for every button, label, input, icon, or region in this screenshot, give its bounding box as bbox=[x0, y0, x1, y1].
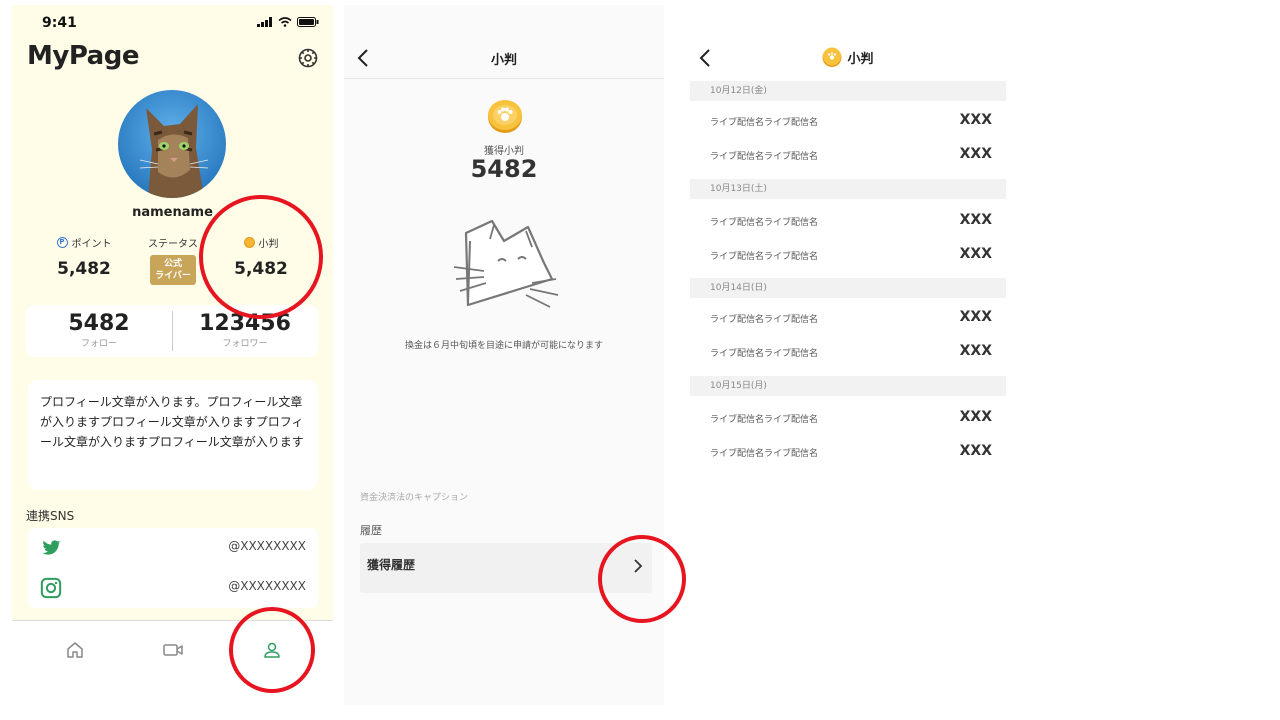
signal-icon bbox=[257, 17, 272, 27]
twitter-handle: @XXXXXXXX bbox=[228, 539, 306, 553]
koban-coin-icon bbox=[822, 47, 842, 67]
settings-gear-icon[interactable] bbox=[297, 47, 319, 69]
points-value: 5,482 bbox=[57, 259, 111, 279]
history-item: ライブ配信名ライブ配信名 XXX bbox=[710, 309, 992, 325]
twitter-icon bbox=[42, 540, 61, 555]
sns-row-twitter[interactable]: @XXXXXXXX bbox=[28, 528, 318, 568]
history-item: ライブ配信名ライブ配信名 XXX bbox=[710, 409, 992, 425]
following-count: 5482 bbox=[68, 311, 130, 336]
wifi-icon bbox=[278, 17, 292, 27]
history-section-label: 履歴 bbox=[360, 524, 382, 537]
page-title: MyPage bbox=[27, 41, 139, 71]
highlight-ring-history bbox=[598, 535, 686, 623]
avatar[interactable] bbox=[118, 90, 226, 198]
battery-icon bbox=[297, 17, 319, 27]
date-header: 10月13日(土) bbox=[690, 179, 1006, 199]
status-bar: 9:41 bbox=[12, 5, 333, 39]
date-header: 10月14日(日) bbox=[690, 278, 1006, 298]
legal-caption: 資金決済法のキャプション bbox=[360, 493, 469, 503]
following-label: フォロー bbox=[80, 339, 117, 349]
earned-history-label: 獲得履歴 bbox=[367, 558, 416, 572]
status-time: 9:41 bbox=[42, 15, 77, 31]
points-icon: P bbox=[56, 236, 68, 248]
date-header: 10月15日(月) bbox=[690, 376, 1006, 396]
nav-bar: 小判 bbox=[344, 5, 664, 79]
instagram-handle: @XXXXXXXX bbox=[228, 579, 306, 593]
instagram-icon bbox=[40, 577, 62, 599]
video-icon[interactable] bbox=[162, 639, 184, 661]
sns-section-label: 連携SNS bbox=[26, 509, 75, 523]
sns-card: @XXXXXXXX @XXXXXXXX bbox=[28, 528, 318, 608]
points-label: ポイント bbox=[71, 238, 112, 250]
sns-row-instagram[interactable]: @XXXXXXXX bbox=[28, 568, 318, 608]
following-stat[interactable]: 5482 フォロー bbox=[26, 311, 172, 349]
date-header: 10月12日(金) bbox=[690, 81, 1006, 101]
followers-label: フォロワー bbox=[222, 339, 268, 349]
history-item: ライブ配信名ライブ配信名 XXX bbox=[710, 112, 992, 128]
nav-title: 小判 bbox=[690, 47, 1006, 67]
status-badge: 公式 ライバー bbox=[150, 255, 196, 285]
profile-text: プロフィール文章が入ります。プロフィール文章が入りますプロフィール文章が入ります… bbox=[28, 380, 318, 490]
home-icon[interactable] bbox=[64, 639, 86, 661]
exchange-notice: 換金は６月中旬頃を目途に申請が可能になります bbox=[404, 341, 603, 351]
points-stat: P ポイント 5,482 bbox=[34, 235, 134, 279]
highlight-ring-mypage-tab bbox=[229, 607, 315, 693]
history-screen: 小判 10月12日(金) ライブ配信名ライブ配信名 XXX ライブ配信名ライブ配信… bbox=[690, 5, 1006, 475]
highlight-ring-koban bbox=[199, 195, 323, 319]
cat-illustration-icon bbox=[453, 219, 559, 308]
cat-photo bbox=[118, 90, 226, 198]
history-item: ライブ配信名ライブ配信名 XXX bbox=[710, 146, 992, 162]
mypage-screen: 9:41 MyPage namename Pポイント 5,482 ステータス bbox=[12, 5, 333, 705]
history-item: ライブ配信名ライブ配信名 XXX bbox=[710, 343, 992, 359]
history-item: ライブ配信名ライブ配信名 XXX bbox=[710, 246, 992, 262]
koban-coin-icon bbox=[488, 100, 522, 133]
system-icons bbox=[257, 17, 319, 27]
nav-title: 小判 bbox=[490, 53, 517, 68]
history-item: ライブ配信名ライブ配信名 XXX bbox=[710, 443, 992, 459]
history-item: ライブ配信名ライブ配信名 XXX bbox=[710, 212, 992, 228]
earned-value: 5482 bbox=[470, 155, 538, 183]
